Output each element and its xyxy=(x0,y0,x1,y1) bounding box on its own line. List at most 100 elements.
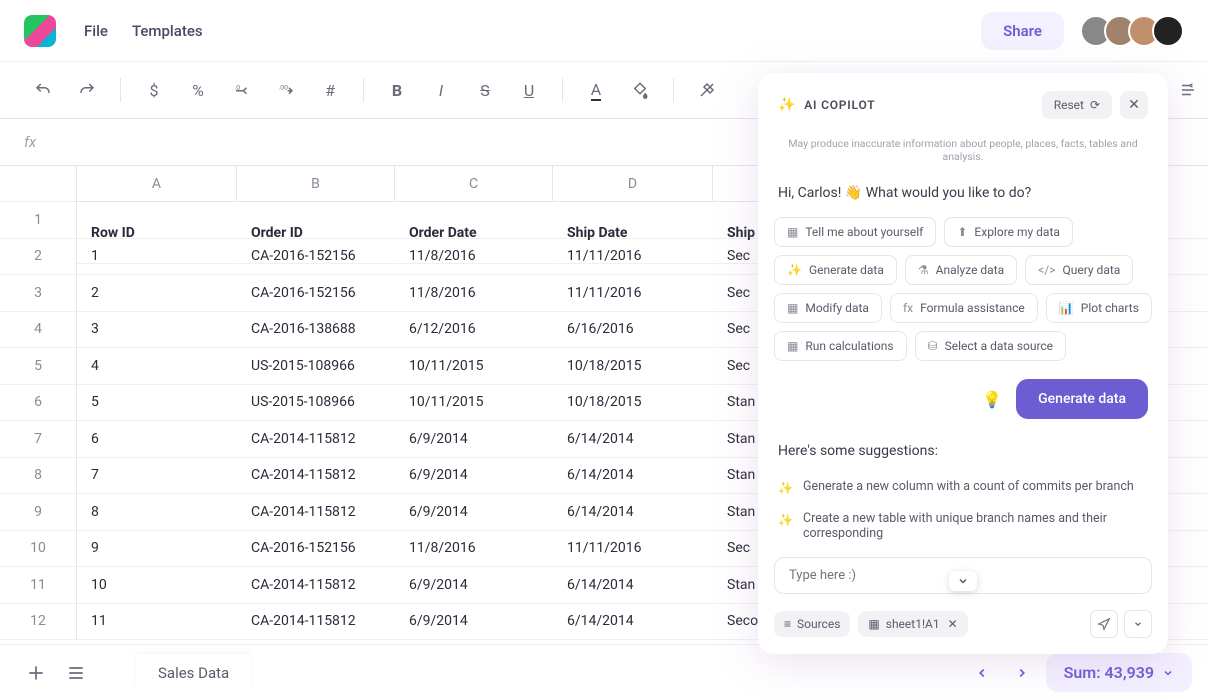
next-button[interactable] xyxy=(1006,657,1038,689)
cell[interactable]: CA-2016-152156 xyxy=(237,239,395,275)
cell[interactable]: CA-2014-115812 xyxy=(237,421,395,457)
cell[interactable]: 10 xyxy=(77,567,237,603)
column-header[interactable]: B xyxy=(237,166,395,202)
suggestion-item[interactable]: ✨Generate a new column with a count of c… xyxy=(758,471,1168,503)
select-all-corner[interactable] xyxy=(0,166,76,202)
action-chip[interactable]: fxFormula assistance xyxy=(890,293,1038,323)
increase-decimal-button[interactable]: .00 xyxy=(267,71,305,109)
cell[interactable]: 10/11/2015 xyxy=(395,385,553,421)
cell[interactable]: 1 xyxy=(77,239,237,275)
sheets-menu-button[interactable] xyxy=(56,653,96,693)
percent-button[interactable]: % xyxy=(179,71,217,109)
cell[interactable]: 6/9/2014 xyxy=(395,494,553,530)
action-chip[interactable]: </>Query data xyxy=(1025,255,1133,285)
action-chip[interactable]: ⛁Select a data source xyxy=(915,331,1067,361)
row-number[interactable]: 4 xyxy=(0,312,76,349)
cell[interactable]: 10/18/2015 xyxy=(553,348,713,384)
row-number[interactable]: 9 xyxy=(0,494,76,531)
row-number[interactable]: 1 xyxy=(0,202,76,239)
sources-chip[interactable]: ≡ Sources xyxy=(774,611,850,637)
avatar[interactable] xyxy=(1152,15,1184,47)
cell[interactable]: 6/16/2016 xyxy=(553,312,713,348)
clear-format-button[interactable] xyxy=(688,71,726,109)
decrease-decimal-button[interactable]: .0 xyxy=(223,71,261,109)
cell[interactable]: 8 xyxy=(77,494,237,530)
cell[interactable]: 10/18/2015 xyxy=(553,385,713,421)
row-number[interactable]: 7 xyxy=(0,421,76,458)
cell[interactable]: 6/14/2014 xyxy=(553,458,713,494)
fill-color-button[interactable] xyxy=(621,71,659,109)
cell[interactable]: CA-2014-115812 xyxy=(237,494,395,530)
column-header[interactable]: D xyxy=(553,166,713,202)
prev-button[interactable] xyxy=(966,657,998,689)
lightbulb-icon[interactable]: 💡 xyxy=(982,390,1002,409)
sheet-tab[interactable]: Sales Data xyxy=(136,654,251,692)
bold-button[interactable]: B xyxy=(378,71,416,109)
column-header[interactable]: A xyxy=(77,166,237,202)
cell[interactable]: CA-2016-138688 xyxy=(237,312,395,348)
cell[interactable]: CA-2016-152156 xyxy=(237,275,395,311)
row-number[interactable]: 6 xyxy=(0,385,76,422)
row-number[interactable]: 5 xyxy=(0,348,76,385)
row-number[interactable]: 10 xyxy=(0,531,76,568)
cell[interactable]: 4 xyxy=(77,348,237,384)
undo-button[interactable] xyxy=(24,71,62,109)
cell[interactable]: 9 xyxy=(77,531,237,567)
cell[interactable]: 6/14/2014 xyxy=(553,604,713,640)
action-chip[interactable]: ▦Modify data xyxy=(774,293,882,323)
cell[interactable]: 11/8/2016 xyxy=(395,275,553,311)
sum-display[interactable]: Sum: 43,939 xyxy=(1046,653,1192,692)
add-sheet-button[interactable] xyxy=(16,653,56,693)
cell[interactable]: 6/14/2014 xyxy=(553,494,713,530)
cell[interactable]: US-2015-108966 xyxy=(237,348,395,384)
cell[interactable]: 6/9/2014 xyxy=(395,567,553,603)
cell[interactable]: 11/11/2016 xyxy=(553,531,713,567)
send-options-button[interactable] xyxy=(1124,610,1152,638)
suggestion-item[interactable]: ✨Create a new table with unique branch n… xyxy=(758,503,1168,549)
cell[interactable]: 11/11/2016 xyxy=(553,275,713,311)
action-chip[interactable]: ⚗Analyze data xyxy=(905,255,1017,285)
italic-button[interactable]: I xyxy=(422,71,460,109)
reset-button[interactable]: Reset ⟳ xyxy=(1042,91,1112,119)
cell[interactable]: 6/9/2014 xyxy=(395,421,553,457)
cell[interactable]: 5 xyxy=(77,385,237,421)
cell[interactable]: 2 xyxy=(77,275,237,311)
underline-button[interactable]: U xyxy=(510,71,548,109)
row-number[interactable]: 12 xyxy=(0,604,76,641)
redo-button[interactable] xyxy=(68,71,106,109)
cell[interactable]: 11/11/2016 xyxy=(553,239,713,275)
menu-templates[interactable]: Templates xyxy=(132,22,203,40)
row-number[interactable]: 8 xyxy=(0,458,76,495)
cell[interactable]: 11/8/2016 xyxy=(395,239,553,275)
cell[interactable]: CA-2014-115812 xyxy=(237,458,395,494)
source-ref-chip[interactable]: ▦ sheet1!A1 ✕ xyxy=(858,611,967,637)
action-chip[interactable]: ▦Tell me about yourself xyxy=(774,217,936,247)
cell[interactable]: 6/12/2016 xyxy=(395,312,553,348)
action-chip[interactable]: ⬆Explore my data xyxy=(944,217,1073,247)
cell[interactable]: 6/14/2014 xyxy=(553,567,713,603)
cell[interactable]: CA-2016-152156 xyxy=(237,531,395,567)
cell[interactable]: 11 xyxy=(77,604,237,640)
send-button[interactable] xyxy=(1090,610,1118,638)
menu-file[interactable]: File xyxy=(84,22,108,40)
cell[interactable]: 11/8/2016 xyxy=(395,531,553,567)
text-color-button[interactable]: A xyxy=(577,71,615,109)
hash-button[interactable]: # xyxy=(311,71,349,109)
action-chip[interactable]: ✨Generate data xyxy=(774,255,897,285)
cell[interactable]: CA-2014-115812 xyxy=(237,604,395,640)
cell[interactable]: 6/9/2014 xyxy=(395,604,553,640)
row-number[interactable]: 3 xyxy=(0,275,76,312)
cell[interactable]: 6/14/2014 xyxy=(553,421,713,457)
cell[interactable]: 10/11/2015 xyxy=(395,348,553,384)
row-number[interactable]: 2 xyxy=(0,239,76,276)
panel-toggle-button[interactable] xyxy=(1168,81,1208,99)
share-button[interactable]: Share xyxy=(981,12,1064,50)
close-button[interactable]: ✕ xyxy=(1120,91,1148,119)
column-header[interactable]: C xyxy=(395,166,553,202)
app-logo[interactable] xyxy=(24,15,56,47)
cell[interactable]: CA-2014-115812 xyxy=(237,567,395,603)
cell[interactable]: 6 xyxy=(77,421,237,457)
remove-source-icon[interactable]: ✕ xyxy=(948,617,958,631)
cell[interactable]: 3 xyxy=(77,312,237,348)
cell[interactable]: 7 xyxy=(77,458,237,494)
